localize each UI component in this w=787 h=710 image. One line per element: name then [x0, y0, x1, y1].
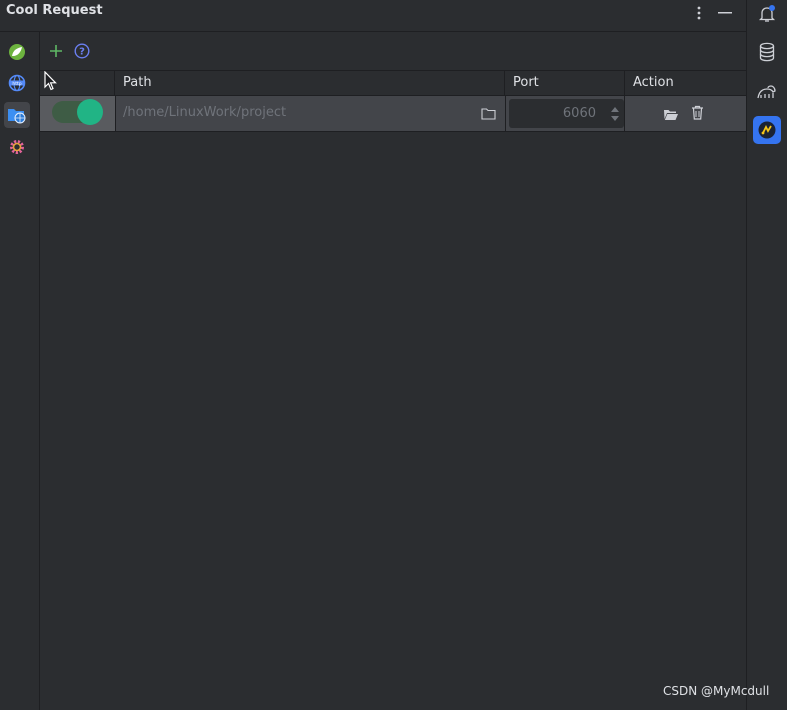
- add-icon[interactable]: [46, 41, 66, 61]
- delete-trash-icon[interactable]: [691, 105, 704, 124]
- enable-toggle[interactable]: [52, 99, 103, 125]
- notifications-bell-icon[interactable]: [753, 0, 781, 28]
- open-folder-icon[interactable]: [663, 106, 679, 125]
- svg-text:?: ?: [79, 47, 85, 58]
- window-title: Cool Request: [6, 3, 103, 18]
- path-value[interactable]: /home/LinuxWork/project: [123, 105, 286, 120]
- svg-text:http: http: [12, 81, 21, 87]
- column-header-path[interactable]: Path: [115, 71, 505, 95]
- tool-window-header: Cool Request: [0, 0, 746, 32]
- mouse-cursor-icon: [44, 70, 58, 91]
- column-header-port[interactable]: Port: [505, 71, 625, 95]
- browse-folder-icon[interactable]: [481, 105, 497, 121]
- spring-leaf-icon[interactable]: [4, 39, 30, 65]
- help-icon[interactable]: ?: [72, 41, 92, 61]
- toolbar: ?: [40, 32, 746, 71]
- spinner-arrows-icon[interactable]: [610, 105, 620, 123]
- watermark: CSDN @MyMcdull: [663, 684, 770, 698]
- port-value[interactable]: 6060: [563, 106, 596, 121]
- settings-gear-icon[interactable]: [4, 134, 30, 160]
- more-vertical-icon[interactable]: [688, 2, 710, 24]
- left-sidebar: http: [0, 32, 40, 710]
- table-header: Path Port Action: [40, 71, 746, 96]
- table-row[interactable]: /home/LinuxWork/project 6060: [40, 96, 746, 132]
- static-server-table: Path Port Action /home/LinuxWork/project…: [40, 71, 746, 132]
- gradle-icon[interactable]: [753, 78, 781, 106]
- database-icon[interactable]: [753, 38, 781, 66]
- action-cell: [625, 96, 746, 131]
- column-header-action[interactable]: Action: [625, 71, 746, 95]
- port-spinner-field[interactable]: 6060: [509, 99, 624, 128]
- http-globe-icon[interactable]: http: [4, 70, 30, 96]
- cool-request-plugin-icon[interactable]: [753, 116, 781, 144]
- toggle-knob: [77, 99, 103, 125]
- path-cell[interactable]: /home/LinuxWork/project: [115, 96, 505, 131]
- minimize-icon[interactable]: [714, 2, 736, 24]
- enabled-cell: [40, 96, 115, 131]
- static-server-folder-icon[interactable]: [4, 102, 30, 128]
- port-cell: 6060: [505, 96, 625, 131]
- right-tool-strip: [746, 0, 787, 710]
